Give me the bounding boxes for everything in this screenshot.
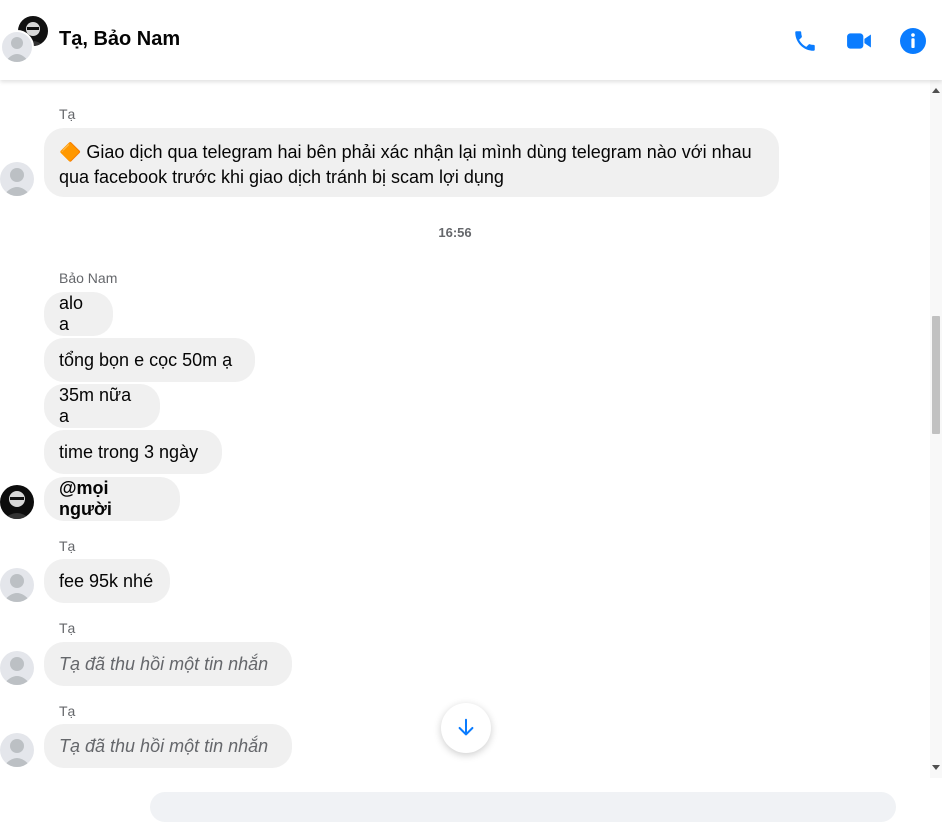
phone-icon[interactable] (792, 28, 818, 54)
recalled-message[interactable]: Tạ đã thu hồi một tin nhắn (44, 724, 292, 768)
sender-avatar[interactable] (0, 162, 34, 196)
info-icon[interactable] (900, 28, 926, 54)
message-bubble[interactable]: fee 95k nhé (44, 559, 170, 603)
sender-avatar[interactable] (0, 485, 34, 519)
message-bubble[interactable]: time trong 3 ngày (44, 430, 222, 474)
scrollbar-thumb[interactable] (932, 316, 940, 434)
scroll-up-arrow-icon[interactable] (932, 88, 940, 93)
group-avatar[interactable] (0, 14, 52, 66)
timestamp: 16:56 (438, 225, 472, 240)
chat-header: Tạ, Bảo Nam (0, 0, 942, 80)
mention-bubble[interactable]: @mọi người (44, 477, 180, 521)
message-bubble[interactable]: tổng bọn e cọc 50m ạ (44, 338, 255, 382)
conversation-title[interactable]: Tạ, Bảo Nam (59, 28, 180, 51)
recalled-message[interactable]: Tạ đã thu hồi một tin nhắn (44, 642, 292, 686)
sender-name: Tạ (59, 538, 76, 554)
sender-avatar[interactable] (0, 651, 34, 685)
message-bubble[interactable]: alo a (44, 292, 113, 336)
scroll-down-arrow-icon[interactable] (932, 765, 940, 770)
member-default-avatar (0, 30, 34, 64)
sender-name: Tạ (59, 620, 76, 636)
video-icon[interactable] (846, 28, 872, 54)
sender-name: Bảo Nam (59, 270, 118, 286)
scroll-to-bottom-button[interactable] (441, 703, 491, 753)
sender-avatar[interactable] (0, 568, 34, 602)
message-input-field[interactable] (150, 792, 896, 822)
sender-name: Tạ (59, 106, 76, 122)
sender-name: Tạ (59, 703, 76, 719)
arrow-down-icon (458, 718, 474, 736)
message-thread[interactable]: Tạ 🔶 Giao dịch qua telegram hai bên phải… (0, 80, 930, 778)
message-bubble[interactable]: 35m nữa a (44, 384, 160, 428)
message-bubble[interactable]: 🔶 Giao dịch qua telegram hai bên phải xá… (44, 128, 779, 197)
scrollbar[interactable] (930, 80, 942, 778)
sender-avatar[interactable] (0, 733, 34, 767)
